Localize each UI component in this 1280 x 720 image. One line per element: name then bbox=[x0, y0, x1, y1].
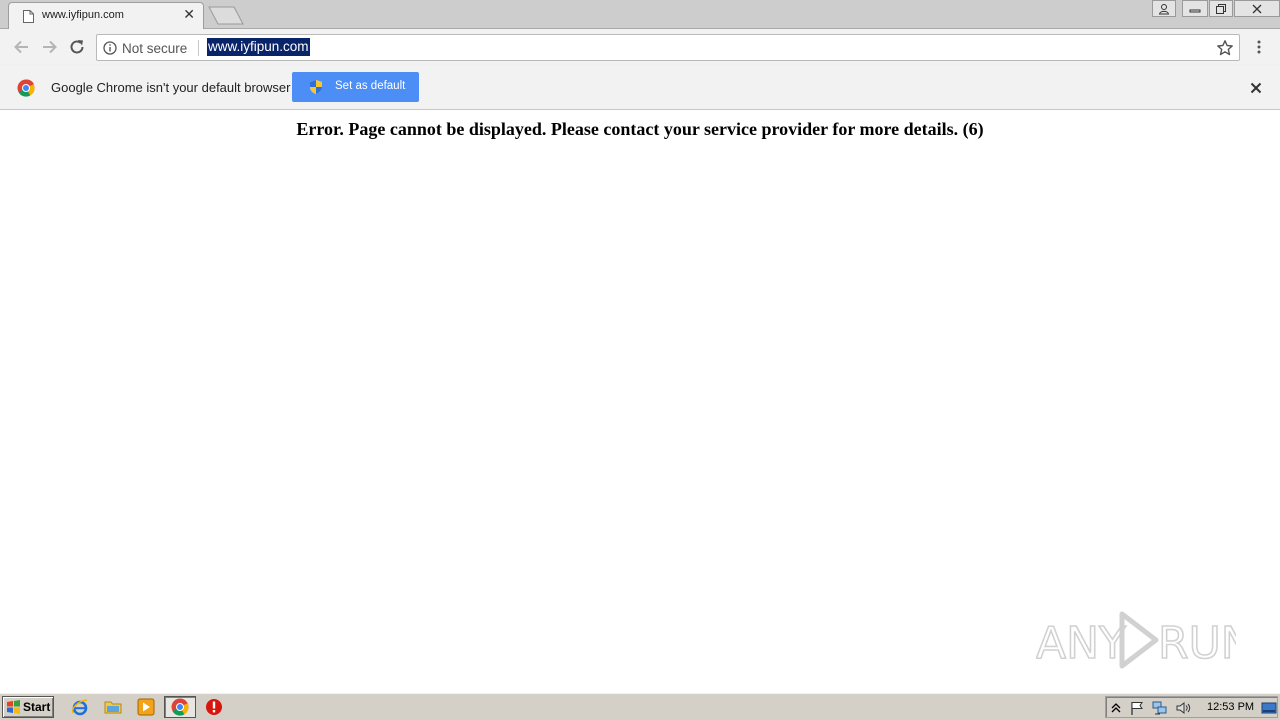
start-label: Start bbox=[23, 700, 51, 714]
user-icon bbox=[1158, 3, 1170, 14]
network-icon[interactable] bbox=[1152, 700, 1168, 716]
tab-title: www.iyfipun.com bbox=[42, 9, 124, 21]
system-tray: 12:53 PM bbox=[1105, 696, 1278, 718]
user-button[interactable] bbox=[1152, 0, 1176, 17]
tab-strip: www.iyfipun.com ✕ bbox=[0, 0, 1280, 29]
reload-icon bbox=[70, 40, 84, 54]
address-bar[interactable]: Not secure www.iyfipun.com bbox=[96, 34, 1240, 61]
shield-icon bbox=[310, 80, 322, 94]
restore-icon bbox=[1216, 3, 1226, 14]
url-input[interactable]: www.iyfipun.com bbox=[207, 38, 310, 56]
infobar-close-button[interactable] bbox=[1246, 78, 1266, 98]
volume-icon[interactable] bbox=[1175, 700, 1191, 716]
tab-iyfipun[interactable]: www.iyfipun.com ✕ bbox=[8, 2, 204, 29]
anyrun-watermark: ANY RUN bbox=[1036, 611, 1236, 670]
omnibox-divider bbox=[198, 40, 199, 56]
set-as-default-button[interactable]: Set as default bbox=[292, 72, 419, 102]
ie-icon[interactable] bbox=[71, 698, 89, 716]
minimize-icon bbox=[1189, 9, 1201, 12]
set-as-default-label: Set as default bbox=[335, 80, 406, 92]
flag-icon[interactable] bbox=[1129, 700, 1145, 716]
close-icon[interactable]: ✕ bbox=[183, 8, 195, 22]
forward-arrow-icon bbox=[43, 40, 57, 54]
svg-text:RUN: RUN bbox=[1158, 618, 1236, 669]
infobar-message: Google Chrome isn't your default browser bbox=[51, 80, 291, 95]
minimize-button[interactable] bbox=[1182, 0, 1208, 17]
not-secure-label: Not secure bbox=[122, 40, 188, 56]
start-button[interactable]: Start bbox=[2, 696, 54, 718]
page-icon bbox=[23, 10, 34, 23]
back-arrow-icon bbox=[14, 40, 28, 54]
arrow-up-icon[interactable] bbox=[1108, 700, 1124, 716]
media-player-icon[interactable] bbox=[137, 698, 155, 716]
windows-logo-icon bbox=[7, 700, 20, 714]
close-icon bbox=[1250, 82, 1262, 94]
browser-toolbar: Not secure www.iyfipun.com bbox=[0, 29, 1280, 65]
star-icon[interactable] bbox=[1216, 39, 1234, 57]
taskbar: Start 12:53 PM bbox=[0, 693, 1280, 720]
close-window-button[interactable] bbox=[1234, 0, 1280, 17]
stop-icon[interactable] bbox=[205, 698, 223, 716]
clock: 12:53 PM bbox=[1207, 701, 1255, 713]
chrome-logo-icon bbox=[17, 79, 35, 97]
back-button[interactable] bbox=[12, 37, 32, 57]
chrome-icon bbox=[171, 698, 189, 716]
folder-icon[interactable] bbox=[104, 698, 122, 716]
forward-button[interactable] bbox=[39, 37, 59, 57]
reload-button[interactable] bbox=[67, 37, 87, 57]
desktop-icon[interactable] bbox=[1261, 700, 1277, 716]
menu-icon bbox=[1257, 40, 1261, 54]
restore-button[interactable] bbox=[1209, 0, 1233, 17]
close-icon bbox=[1252, 4, 1262, 13]
info-icon bbox=[103, 41, 117, 55]
chrome-taskbar-button[interactable] bbox=[164, 696, 196, 718]
chrome-menu-button[interactable] bbox=[1249, 37, 1269, 57]
page-content: Error. Page cannot be displayed. Please … bbox=[0, 110, 1280, 693]
default-browser-infobar: Google Chrome isn't your default browser… bbox=[0, 65, 1280, 110]
error-message: Error. Page cannot be displayed. Please … bbox=[296, 119, 984, 139]
window-controls bbox=[1151, 0, 1280, 18]
security-indicator[interactable]: Not secure bbox=[103, 39, 187, 57]
new-tab-icon[interactable] bbox=[208, 6, 244, 25]
svg-text:ANY: ANY bbox=[1036, 618, 1126, 669]
